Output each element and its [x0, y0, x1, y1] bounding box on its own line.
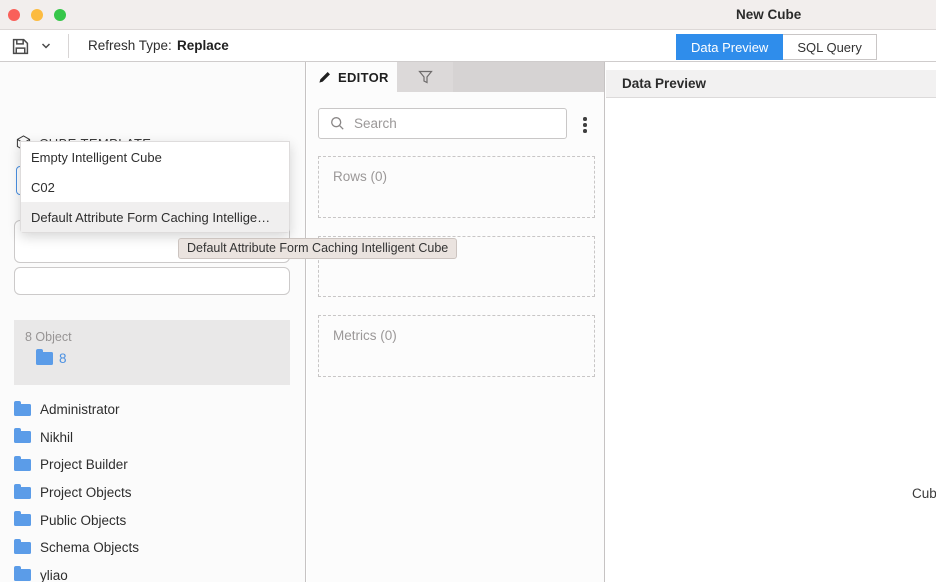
result-folder-count: 8 [59, 351, 67, 366]
chevron-down-icon [40, 40, 52, 52]
zoom-window-button[interactable] [54, 9, 66, 21]
view-toggle: Data Preview SQL Query [676, 34, 877, 60]
data-preview-title: Data Preview [622, 76, 706, 91]
dropdown-option-c02[interactable]: C02 [21, 172, 289, 202]
toolbar: Refresh Type: Replace Data Preview SQL Q… [0, 30, 936, 62]
folder-item-project-objects[interactable]: Project Objects [0, 479, 306, 507]
folder-tree: Administrator Nikhil Project Builder Pro… [0, 396, 306, 582]
search-input[interactable] [354, 116, 544, 131]
dropdown-option-tooltip: Default Attribute Form Caching Intellige… [178, 238, 457, 259]
search-icon [330, 116, 345, 131]
obscured-field [14, 267, 290, 295]
tab-sql-query[interactable]: SQL Query [783, 34, 877, 60]
folder-item-public-objects[interactable]: Public Objects [0, 506, 306, 534]
folder-icon [36, 352, 53, 365]
rows-drop-zone[interactable]: Rows (0) [318, 156, 595, 218]
folder-item-schema-objects[interactable]: Schema Objects [0, 534, 306, 562]
title-bar: New Cube [0, 0, 936, 30]
filter-icon [418, 70, 433, 84]
tab-filter[interactable] [397, 62, 453, 92]
metrics-zone-label: Metrics (0) [333, 328, 397, 343]
folder-icon [14, 404, 31, 416]
dropdown-option-empty-intelligent-cube[interactable]: Empty Intelligent Cube [21, 142, 289, 172]
editor-search [318, 108, 567, 139]
pencil-icon [318, 71, 331, 84]
data-preview-panel: Data Preview Cub [606, 62, 936, 582]
folder-label: yliao [40, 568, 68, 582]
folder-item-project-builder[interactable]: Project Builder [0, 451, 306, 479]
folder-label: Administrator [40, 402, 120, 417]
close-window-button[interactable] [8, 9, 20, 21]
folder-icon [14, 431, 31, 443]
app-window: New Cube Refresh Type: Replace Data Pr [0, 0, 936, 582]
folder-item-administrator[interactable]: Administrator [0, 396, 306, 424]
rows-zone-label: Rows (0) [333, 169, 387, 184]
folder-label: Project Builder [40, 457, 128, 472]
cube-template-panel: CUBE TEMPLATE Empty Intelligent Cube 8 O… [0, 62, 306, 582]
search-results-box: 8 Object 8 [14, 320, 290, 385]
folder-icon [14, 542, 31, 554]
save-icon [12, 38, 29, 55]
folder-icon [14, 514, 31, 526]
folder-label: Project Objects [40, 485, 132, 500]
tab-editor-label: EDITOR [338, 70, 389, 85]
save-options-button[interactable] [34, 35, 58, 57]
refresh-type-label: Refresh Type: [88, 38, 172, 53]
save-button[interactable] [8, 35, 32, 57]
tab-data-preview[interactable]: Data Preview [676, 34, 783, 60]
dropdown-option-default-attribute-form-caching[interactable]: Default Attribute Form Caching Intellige… [21, 202, 289, 232]
result-folder-item[interactable]: 8 [36, 351, 67, 366]
minimize-window-button[interactable] [31, 9, 43, 21]
folder-label: Schema Objects [40, 540, 139, 555]
editor-panel: EDITOR Rows (0) [307, 62, 605, 582]
editor-tabbar: EDITOR [307, 62, 605, 92]
result-count-label: 8 Object [25, 330, 72, 344]
tab-editor[interactable]: EDITOR [307, 62, 397, 92]
folder-icon [14, 487, 31, 499]
data-preview-header: Data Preview [606, 70, 936, 98]
folder-label: Nikhil [40, 430, 73, 445]
folder-label: Public Objects [40, 513, 126, 528]
toolbar-separator [68, 34, 69, 58]
kebab-menu-button[interactable] [579, 115, 591, 135]
template-dropdown-list: Empty Intelligent Cube C02 Default Attri… [20, 141, 290, 233]
refresh-type-value: Replace [177, 38, 229, 53]
window-title: New Cube [736, 7, 801, 22]
metrics-drop-zone[interactable]: Metrics (0) [318, 315, 595, 377]
preview-message-clipped: Cub [912, 486, 936, 501]
traffic-lights [8, 9, 66, 21]
folder-icon [14, 459, 31, 471]
folder-item-nikhil[interactable]: Nikhil [0, 424, 306, 452]
folder-item-yliao[interactable]: yliao [0, 562, 306, 582]
folder-icon [14, 569, 31, 581]
